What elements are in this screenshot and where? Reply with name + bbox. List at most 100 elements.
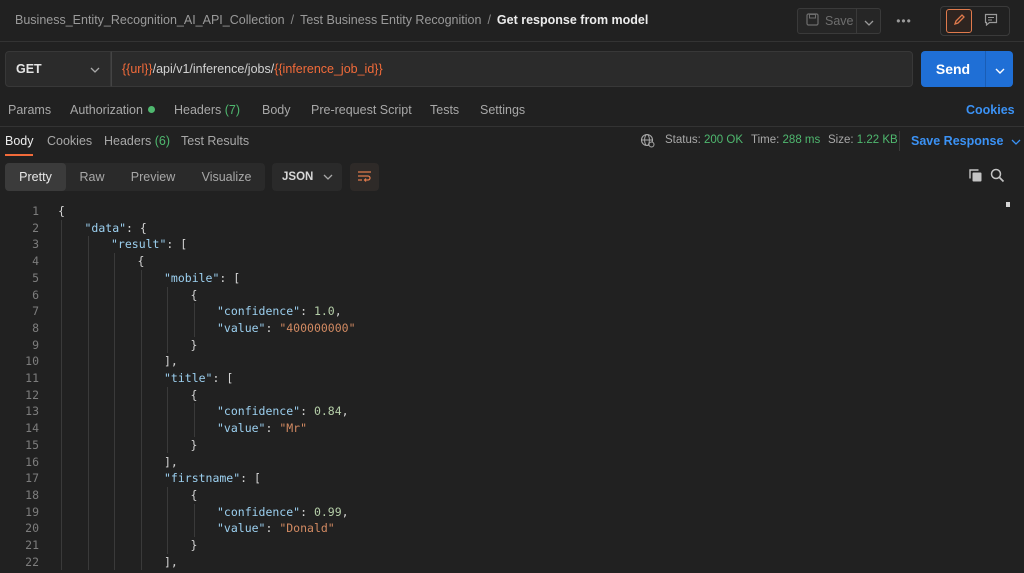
tab-params[interactable]: Params [8, 103, 51, 117]
url-input[interactable]: {{url}}/api/v1/inference/jobs/{{inferenc… [111, 51, 913, 87]
tab-prerequest-script[interactable]: Pre-request Script [311, 103, 412, 117]
code-line: 21} [0, 537, 1000, 554]
tab-body[interactable]: Body [262, 103, 291, 117]
tab-headers[interactable]: Headers (7) [174, 103, 240, 117]
save-response-button[interactable]: Save Response [911, 134, 1021, 148]
code-text: } [191, 437, 198, 454]
scrollbar[interactable] [1006, 202, 1010, 207]
line-number: 6 [32, 287, 39, 302]
code-token: } [190, 437, 198, 452]
line-number: 12 [25, 387, 39, 402]
code-token: { [190, 487, 198, 502]
response-tab-body[interactable]: Body [5, 134, 34, 148]
code-token: "data" [84, 220, 127, 235]
cookies-link[interactable]: Cookies [966, 103, 1015, 117]
code-token: : { [126, 220, 147, 235]
line-number: 19 [25, 504, 39, 519]
active-tab-indicator [5, 154, 33, 156]
code-text: "confidence": 0.84, [217, 403, 349, 420]
line-number: 14 [25, 421, 39, 436]
save-icon [806, 13, 819, 29]
code-line: 18 { [0, 487, 1000, 504]
size-readout: Size: 1.22 KB [828, 134, 898, 146]
time-value: 288 ms [782, 134, 821, 146]
line-number: 16 [25, 454, 39, 469]
code-text: } [191, 337, 198, 354]
send-button[interactable]: Send [921, 51, 985, 87]
code-line: 19 "confidence": 0.99, [0, 504, 1000, 521]
headers-count: (7) [224, 103, 241, 117]
chevron-down-icon [1007, 134, 1021, 148]
code-text: "value": "400000000" [217, 320, 356, 337]
code-token: "400000000" [279, 320, 356, 335]
code-token: "result" [111, 237, 167, 252]
code-token: : [ [240, 471, 261, 486]
code-text: { [191, 487, 198, 504]
response-body-editor[interactable]: 1{2 "data": {3 "result": [4{5 "mobile": [6{… [0, 200, 1024, 573]
line-number: 4 [32, 254, 39, 269]
breadcrumb-folder[interactable]: Test Business Entity Recognition [300, 13, 481, 27]
code-token: "value" [217, 421, 266, 436]
size-value: 1.22 KB [856, 134, 898, 146]
wrap-lines-icon [357, 170, 372, 185]
send-options-button[interactable] [985, 51, 1013, 87]
code-text: { [191, 287, 198, 304]
breadcrumb-collection[interactable]: Business_Entity_Recognition_AI_API_Colle… [15, 13, 285, 27]
code-text: { [191, 387, 198, 404]
time-readout: Time: 288 ms [751, 134, 820, 146]
line-number: 18 [25, 487, 39, 502]
code-token: ], [164, 354, 178, 369]
pencil-icon [953, 13, 966, 29]
documentation-button[interactable] [946, 9, 973, 33]
code-token: "title" [164, 371, 213, 385]
request-tabs: Params Authorization Headers (7) Body Pr… [0, 98, 1024, 125]
indent-guide [61, 219, 62, 571]
code-text: "value": "Mr" [217, 420, 307, 437]
response-tab-cookies[interactable]: Cookies [47, 134, 92, 148]
code-token: } [190, 337, 198, 352]
chevron-down-icon [323, 171, 333, 183]
comments-button[interactable] [978, 9, 1004, 33]
code-text: "result": [ [111, 236, 187, 253]
method-select[interactable]: GET [5, 51, 111, 87]
save-button[interactable]: Save [798, 9, 856, 33]
code-token: "confidence" [217, 304, 301, 319]
view-visualize[interactable]: Visualize [188, 163, 265, 191]
request-title[interactable]: Get response from model [497, 13, 648, 27]
tab-authorization[interactable]: Authorization [70, 103, 155, 117]
copy-icon[interactable] [968, 168, 983, 186]
code-token: "firstname" [164, 471, 241, 486]
response-tab-headers[interactable]: Headers (6) [104, 134, 170, 148]
code-text: "mobile": [ [164, 270, 240, 287]
save-options-button[interactable] [856, 9, 880, 33]
code-token: "Donald" [279, 521, 335, 536]
view-raw[interactable]: Raw [66, 163, 118, 191]
status-label: Status: [665, 134, 701, 146]
wrap-lines-button[interactable] [350, 163, 379, 191]
line-number: 21 [25, 538, 39, 552]
code-line: 6{ [0, 287, 1000, 304]
code-text: { [58, 203, 65, 220]
globe-icon[interactable] [640, 133, 655, 151]
size-label: Size: [828, 134, 854, 146]
time-label: Time: [751, 134, 780, 146]
code-token: 1.0 [313, 304, 335, 319]
tab-settings[interactable]: Settings [480, 103, 525, 117]
more-options-button[interactable]: ••• [893, 12, 915, 30]
right-sidebar-toggles [940, 6, 1010, 36]
response-tab-test-results[interactable]: Test Results [181, 134, 249, 148]
view-preview[interactable]: Preview [118, 163, 188, 191]
breadcrumb-separator: / [487, 13, 491, 27]
save-response-label: Save Response [911, 134, 1004, 148]
search-icon[interactable] [990, 168, 1005, 186]
code-token: : [300, 304, 314, 319]
tab-authorization-label: Authorization [70, 103, 143, 117]
view-pretty[interactable]: Pretty [5, 163, 66, 191]
tab-tests[interactable]: Tests [430, 103, 459, 117]
format-select[interactable]: JSON [272, 163, 342, 191]
code-text: "confidence": 1.0, [217, 303, 342, 320]
code-token: "mobile" [164, 270, 220, 285]
code-line: 16], [0, 454, 1000, 471]
indent-guide [193, 403, 195, 437]
url-variable-job-id: {{inference_job_id}} [274, 62, 383, 76]
